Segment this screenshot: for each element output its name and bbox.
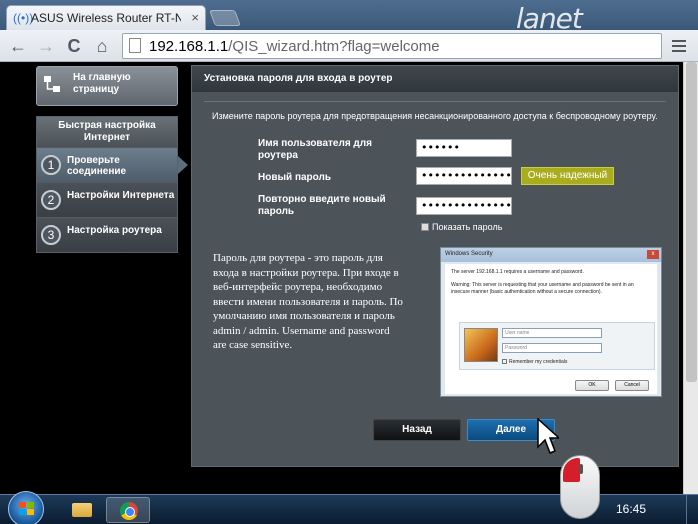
step-label: Настройка роутера bbox=[67, 225, 162, 236]
clock: 16:45 bbox=[616, 502, 647, 516]
home-button[interactable]: ⌂ bbox=[92, 36, 112, 56]
mouse-left-click-icon bbox=[560, 455, 600, 519]
ws-credentials-box: User name Password Remember my credentia… bbox=[459, 322, 655, 370]
browser-toolbar: ← → C ⌂ 192.168.1.1/QIS_wizard.htm?flag=… bbox=[0, 30, 698, 62]
tab-title: ASUS Wireless Router RT-N bbox=[31, 11, 181, 25]
step-number: 1 bbox=[41, 155, 61, 175]
taskbar-chrome[interactable] bbox=[106, 497, 150, 523]
active-step-arrow-icon bbox=[178, 156, 188, 174]
ws-username-field: User name bbox=[502, 328, 602, 338]
wireless-icon: ((•)) bbox=[13, 11, 34, 25]
taskbar-explorer[interactable] bbox=[60, 497, 104, 523]
new-tab-button[interactable] bbox=[209, 10, 241, 26]
home-page-link[interactable]: На главную страницу bbox=[36, 66, 178, 106]
back-button[interactable]: Назад bbox=[373, 419, 461, 441]
username-label: Имя пользователя для роутера bbox=[258, 138, 372, 161]
divider bbox=[204, 101, 666, 102]
new-password-input[interactable]: •••••••••••••••••••• bbox=[416, 167, 512, 185]
info-text: Пароль для роутера - это пароль для вход… bbox=[213, 252, 403, 351]
ws-cancel-button: Cancel bbox=[615, 380, 649, 391]
ws-title: Windows Security bbox=[441, 248, 661, 262]
address-bar[interactable]: 192.168.1.1/QIS_wizard.htm?flag=welcome bbox=[122, 33, 662, 59]
back-button[interactable]: ← bbox=[8, 36, 28, 56]
description: Измените пароль роутера для предотвращен… bbox=[212, 111, 658, 121]
step-number: 2 bbox=[41, 190, 61, 210]
ws-close-icon: x bbox=[647, 250, 659, 259]
browser-titlebar: ((•)) ASUS Wireless Router RT-N × lanet bbox=[0, 0, 698, 35]
checkbox-icon[interactable] bbox=[421, 223, 429, 231]
ws-ok-button: OK bbox=[575, 380, 609, 391]
main-panel: Установка пароля для входа в роутер Изме… bbox=[191, 65, 679, 467]
page-icon bbox=[129, 38, 141, 53]
wizard-step-1[interactable]: 1 Проверьте соединение bbox=[37, 147, 188, 182]
folder-icon bbox=[72, 503, 92, 517]
panel-header: Установка пароля для входа в роутер bbox=[192, 66, 678, 92]
network-icon bbox=[44, 76, 60, 92]
ws-line2: Warning: This server is requesting that … bbox=[451, 282, 634, 295]
close-tab-icon[interactable]: × bbox=[191, 10, 199, 25]
show-desktop-button[interactable] bbox=[686, 495, 698, 524]
step-number: 3 bbox=[41, 225, 61, 245]
home-label: На главную страницу bbox=[73, 72, 131, 95]
wizard-steps-panel: Быстрая настройка Интернет 1 Проверьте с… bbox=[36, 116, 188, 253]
step-label: Настройки Интернета bbox=[67, 190, 175, 201]
password-strength-badge: Очень надежный bbox=[521, 167, 614, 185]
ws-body: The server 192.168.1.1 requires a userna… bbox=[445, 264, 657, 394]
user-avatar-icon bbox=[464, 328, 498, 362]
wizard-step-3[interactable]: 3 Настройка роутера bbox=[37, 217, 177, 252]
ws-line1: The server 192.168.1.1 requires a userna… bbox=[451, 269, 584, 275]
confirm-password-label: Повторно введите новый пароль bbox=[258, 194, 386, 217]
confirm-password-input[interactable]: •••••••••••••••••••• bbox=[416, 197, 512, 215]
menu-icon[interactable] bbox=[670, 37, 688, 55]
wizard-step-2[interactable]: 2 Настройки Интернета bbox=[37, 182, 177, 217]
scrollbar-thumb[interactable] bbox=[686, 62, 697, 382]
start-button[interactable] bbox=[8, 491, 44, 524]
show-password-checkbox[interactable]: Показать пароль bbox=[421, 222, 502, 232]
panel-title: Установка пароля для входа в роутер bbox=[204, 73, 393, 84]
ws-remember: Remember my credentials bbox=[502, 359, 567, 365]
forward-button[interactable]: → bbox=[36, 36, 56, 56]
scrollbar[interactable] bbox=[683, 62, 698, 494]
new-password-label: Новый пароль bbox=[258, 172, 332, 183]
cursor-icon bbox=[537, 418, 559, 454]
chrome-icon bbox=[120, 502, 138, 520]
username-input[interactable]: •••••• bbox=[416, 139, 512, 157]
windows-flag-icon bbox=[19, 502, 35, 516]
step-label: Проверьте соединение bbox=[67, 155, 127, 177]
browser-tab[interactable]: ((•)) ASUS Wireless Router RT-N × bbox=[6, 5, 206, 30]
ws-password-field: Password bbox=[502, 343, 602, 353]
wizard-title: Быстрая настройка Интернет bbox=[37, 117, 177, 147]
windows-security-illustration: Windows Security x The server 192.168.1.… bbox=[440, 247, 662, 397]
url-text: 192.168.1.1/QIS_wizard.htm?flag=welcome bbox=[149, 38, 440, 55]
reload-button[interactable]: C bbox=[64, 36, 84, 56]
